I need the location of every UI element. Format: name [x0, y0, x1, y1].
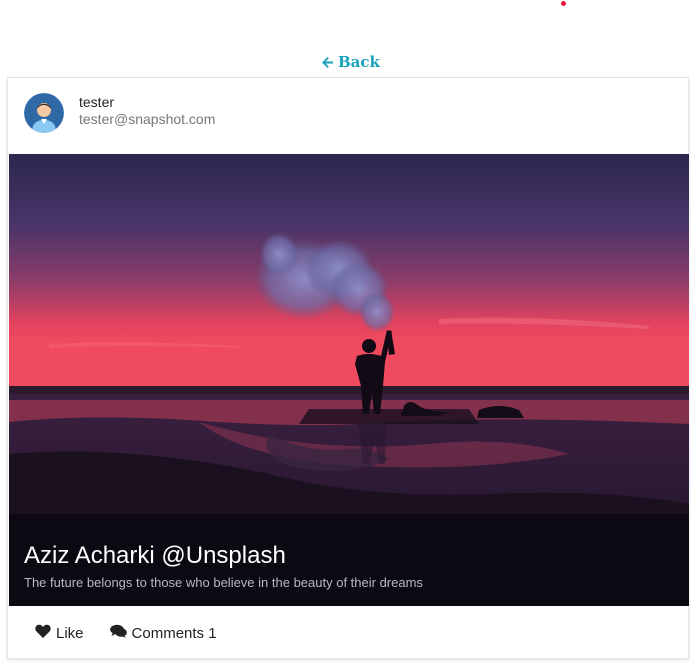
back-link[interactable]: Back	[321, 52, 380, 72]
notification-dot	[561, 1, 566, 6]
post-actions: Like Comments 1	[8, 606, 688, 660]
post-image[interactable]: Aziz Acharki @Unsplash The future belong…	[9, 154, 689, 606]
comments-label: Comments 1	[131, 624, 217, 642]
image-caption: Aziz Acharki @Unsplash The future belong…	[9, 514, 689, 606]
image-description: The future belongs to those who believe …	[24, 575, 423, 590]
back-label: Back	[338, 53, 380, 71]
like-button[interactable]: Like	[35, 624, 84, 642]
post-card: tester tester@snapshot.com Aziz Acharki …	[7, 77, 689, 659]
post-header: tester tester@snapshot.com	[8, 78, 688, 154]
post-user-email: tester@snapshot.com	[79, 111, 216, 127]
user-avatar-icon[interactable]	[24, 93, 64, 133]
arrow-left-icon	[321, 56, 334, 69]
comments-button[interactable]: Comments 1	[109, 624, 217, 642]
heart-icon	[35, 624, 51, 642]
comments-icon	[109, 624, 127, 642]
image-title: Aziz Acharki @Unsplash	[24, 542, 286, 569]
like-label: Like	[56, 624, 84, 642]
post-username[interactable]: tester	[79, 94, 114, 110]
